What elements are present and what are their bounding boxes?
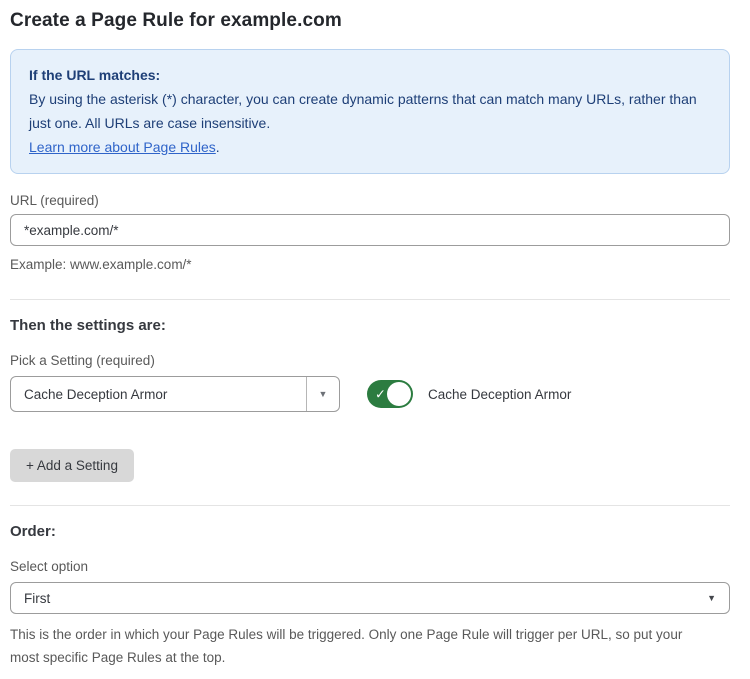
create-page-rule-panel: Create a Page Rule for example.com If th… — [0, 0, 750, 679]
info-box-heading: If the URL matches: — [29, 63, 711, 87]
info-box-link-line: Learn more about Page Rules. — [29, 135, 711, 159]
url-field-label: URL (required) — [10, 193, 730, 208]
order-helper-text: This is the order in which your Page Rul… — [10, 623, 710, 669]
divider — [10, 505, 730, 506]
order-select[interactable]: First ▼ — [10, 582, 730, 614]
settings-section-heading: Then the settings are: — [10, 317, 730, 334]
page-title: Create a Page Rule for example.com — [10, 10, 730, 32]
setting-toggle[interactable]: ✓ — [367, 380, 413, 408]
info-box-body: By using the asterisk (*) character, you… — [29, 87, 711, 135]
toggle-knob — [387, 382, 411, 406]
chevron-down-icon[interactable]: ▼ — [306, 377, 339, 411]
link-suffix: . — [216, 139, 220, 155]
toggle-label: Cache Deception Armor — [428, 387, 571, 402]
url-match-info-box: If the URL matches: By using the asteris… — [10, 49, 730, 174]
learn-more-link[interactable]: Learn more about Page Rules — [29, 139, 216, 155]
setting-select[interactable]: Cache Deception Armor ▼ — [10, 376, 340, 412]
setting-row: Cache Deception Armor ▼ ✓ Cache Deceptio… — [10, 376, 730, 412]
order-section-heading: Order: — [10, 523, 730, 540]
order-select-label: Select option — [10, 559, 730, 574]
setting-select-value: Cache Deception Armor — [11, 377, 306, 411]
divider — [10, 299, 730, 300]
order-select-value: First — [24, 591, 50, 606]
pick-setting-label: Pick a Setting (required) — [10, 353, 730, 368]
url-example-helper: Example: www.example.com/* — [10, 254, 730, 276]
chevron-down-icon: ▼ — [707, 593, 716, 603]
check-icon: ✓ — [375, 388, 386, 401]
url-input[interactable] — [10, 214, 730, 246]
add-setting-button[interactable]: + Add a Setting — [10, 449, 134, 482]
